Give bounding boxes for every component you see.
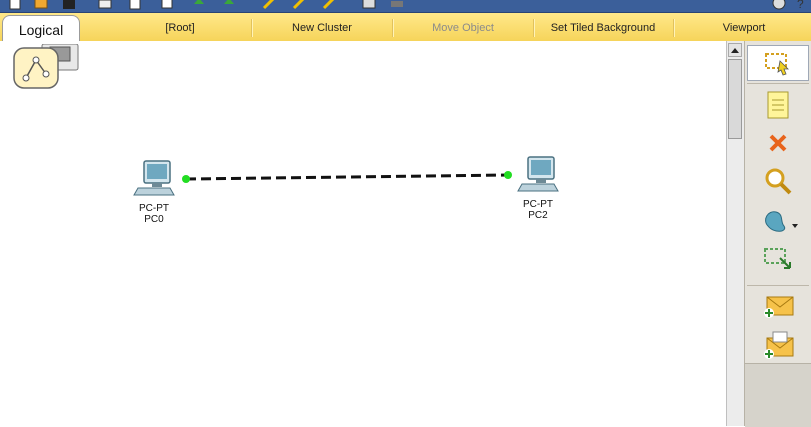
logical-workspace[interactable] (0, 41, 726, 426)
delete-icon (769, 134, 787, 152)
add-complex-pdu-icon (764, 331, 794, 359)
note-icon (767, 91, 789, 119)
topology-icon (13, 47, 59, 89)
new-cluster-button[interactable]: New Cluster (252, 20, 392, 36)
palette-icon[interactable] (362, 0, 376, 10)
arrow-up-icon (731, 48, 739, 53)
zoom-in-icon[interactable] (262, 0, 276, 10)
select-tool-button[interactable] (747, 45, 809, 81)
delete-button[interactable] (747, 125, 809, 161)
svg-text:?: ? (797, 0, 804, 10)
vertical-scrollbar[interactable] (726, 41, 744, 426)
device-pc2[interactable]: PC-PT PC2 (508, 154, 568, 221)
resize-icon (764, 248, 791, 269)
select-icon (765, 53, 789, 76)
device-name-label: PC2 (528, 210, 548, 221)
new-file-icon[interactable] (8, 0, 22, 10)
inspect-icon (765, 168, 792, 195)
add-simple-pdu-button[interactable] (747, 289, 809, 325)
save-icon[interactable] (62, 0, 76, 10)
common-tools-bar (744, 41, 811, 427)
device-name-label: PC0 (144, 214, 164, 225)
wizard-icon[interactable] (128, 0, 142, 10)
tools-panel-footer (745, 363, 811, 427)
resize-shape-button[interactable] (747, 241, 809, 277)
topology-canvas (182, 171, 512, 183)
device-model-label: PC-PT (523, 199, 553, 210)
device-model-label: PC-PT (139, 203, 169, 214)
undo-icon[interactable] (192, 0, 206, 10)
pc-icon (517, 156, 559, 192)
add-simple-pdu-icon (764, 296, 794, 318)
custom-device-icon[interactable] (390, 0, 404, 10)
logical-view-badge[interactable] (10, 44, 80, 90)
redo-icon[interactable] (222, 0, 236, 10)
tool-separator (747, 285, 809, 286)
viewport-button[interactable]: Viewport (674, 20, 811, 36)
zoom-reset-icon[interactable] (292, 0, 306, 10)
pc-icon (133, 160, 175, 196)
scroll-up-button[interactable] (728, 43, 742, 57)
set-tiled-background-button[interactable]: Set Tiled Background (534, 20, 672, 36)
tab-logical[interactable]: Logical (2, 15, 80, 42)
info-icon[interactable] (772, 0, 786, 10)
zoom-out-icon[interactable] (322, 0, 336, 10)
draw-shape-button[interactable] (747, 203, 809, 239)
scroll-thumb[interactable] (728, 59, 742, 139)
network-cable[interactable] (185, 173, 509, 181)
open-folder-icon[interactable] (34, 0, 48, 10)
move-object-button[interactable]: Move Object (393, 20, 533, 36)
draw-shape-icon (765, 211, 798, 232)
print-icon[interactable] (98, 0, 112, 10)
root-button[interactable]: [Root] (110, 20, 250, 36)
add-complex-pdu-button[interactable] (747, 327, 809, 363)
place-note-button[interactable] (747, 87, 809, 123)
main-toolbar: ? (0, 0, 811, 13)
copy-icon[interactable] (160, 0, 174, 10)
help-icon[interactable]: ? (794, 0, 808, 10)
logical-navigation-bar: [Root] New Cluster Move Object Set Tiled… (0, 13, 811, 42)
tool-separator (747, 83, 809, 84)
inspect-button[interactable] (747, 163, 809, 199)
device-pc0[interactable]: PC-PT PC0 (124, 158, 184, 225)
